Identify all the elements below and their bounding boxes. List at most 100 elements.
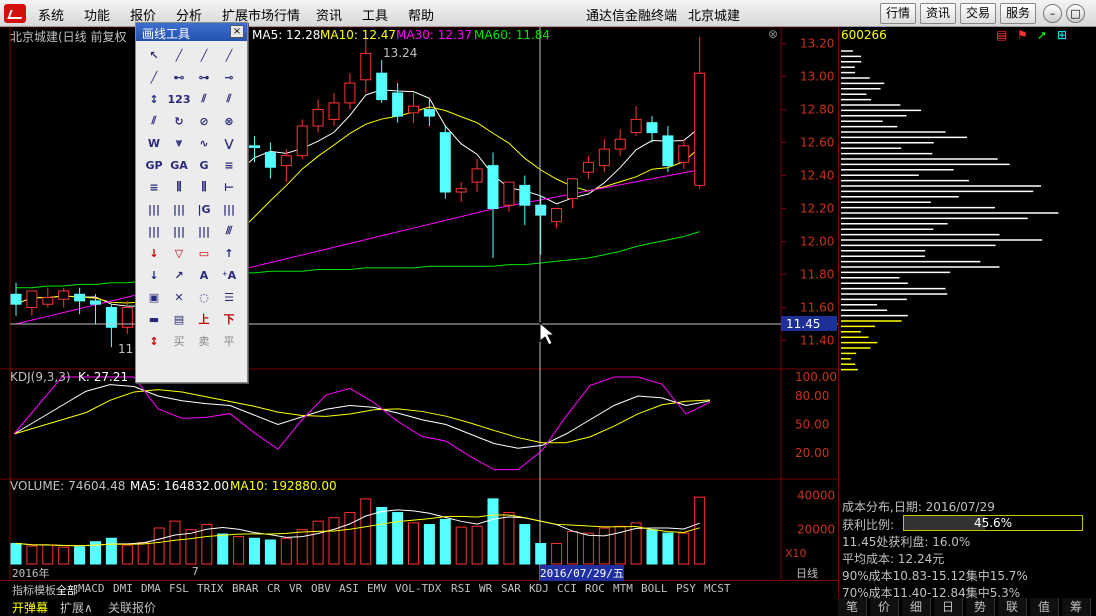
indicator-tab-boll[interactable]: BOLL — [641, 582, 668, 595]
menu-help[interactable]: 帮助 — [408, 5, 434, 24]
drawing-tool-39[interactable]: ↑ — [217, 242, 241, 264]
right-tab-0[interactable]: 笔 — [838, 598, 867, 616]
drawing-tool-22[interactable]: G — [192, 154, 216, 176]
maximize-icon[interactable]: □ — [1066, 4, 1085, 23]
drawing-tool-23[interactable]: ≡ — [217, 154, 241, 176]
drawing-tool-35[interactable]: ⫻ — [217, 220, 241, 242]
indicator-tab-rsi[interactable]: RSI — [451, 582, 471, 595]
indicator-tab-sar[interactable]: SAR — [501, 582, 521, 595]
right-tab-3[interactable]: 日 — [934, 598, 963, 616]
drawing-tool-20[interactable]: GP — [142, 154, 166, 176]
indicator-tab-trix[interactable]: TRIX — [197, 582, 224, 595]
drawing-tool-27[interactable]: ⊢ — [217, 176, 241, 198]
drawing-tool-54[interactable]: 卖 — [192, 330, 216, 352]
drawing-tool-46[interactable]: ◌ — [192, 286, 216, 308]
drawing-tool-53[interactable]: 买 — [167, 330, 191, 352]
drawing-tool-28[interactable]: ||| — [142, 198, 166, 220]
drawing-tool-42[interactable]: A — [192, 264, 216, 286]
drawing-tool-5[interactable]: ⊷ — [167, 66, 191, 88]
indicator-tab-emv[interactable]: EMV — [367, 582, 387, 595]
arrow-icon[interactable]: ➚ — [1037, 28, 1047, 42]
drawing-tool-21[interactable]: GA — [167, 154, 191, 176]
drawing-tool-45[interactable]: ✕ — [167, 286, 191, 308]
drawing-tool-38[interactable]: ▭ — [192, 242, 216, 264]
drawing-tool-18[interactable]: ∿ — [192, 132, 216, 154]
drawing-tool-30[interactable]: |G — [192, 198, 216, 220]
drawing-tool-12[interactable]: ⫽ — [142, 110, 166, 132]
indicator-tab-psy[interactable]: PSY — [676, 582, 696, 595]
indicator-tab-wr[interactable]: WR — [479, 582, 492, 595]
menu-tools[interactable]: 工具 — [362, 5, 388, 24]
indicator-tab-vol-tdx[interactable]: VOL-TDX — [395, 582, 441, 595]
menu-function[interactable]: 功能 — [84, 5, 110, 24]
related-quote-toggle[interactable]: 关联报价 — [108, 599, 156, 616]
drawing-tool-32[interactable]: ||| — [142, 220, 166, 242]
expand-toggle[interactable]: 扩展∧ — [60, 599, 93, 616]
indicator-tab-roc[interactable]: ROC — [585, 582, 605, 595]
drawing-tool-52[interactable]: ↕ — [142, 330, 166, 352]
indicator-tab-vr[interactable]: VR — [289, 582, 302, 595]
drawing-tool-33[interactable]: ||| — [167, 220, 191, 242]
drawing-tool-49[interactable]: ▤ — [167, 308, 191, 330]
indicator-tab-fsl[interactable]: FSL — [169, 582, 189, 595]
menu-info[interactable]: 资讯 — [316, 5, 342, 24]
indicator-tab-dmi[interactable]: DMI — [113, 582, 133, 595]
drawing-tool-15[interactable]: ⊗ — [217, 110, 241, 132]
right-tab-5[interactable]: 联 — [998, 598, 1027, 616]
indicator-tab-指标[interactable]: 指标 — [12, 582, 34, 598]
drawing-tool-9[interactable]: 123 — [167, 88, 191, 110]
drawing-tool-2[interactable]: ╱ — [192, 44, 216, 66]
drawing-tool-16[interactable]: W — [142, 132, 166, 154]
indicator-tab-mcst[interactable]: MCST — [704, 582, 731, 595]
menu-system[interactable]: 系统 — [38, 5, 64, 24]
drawing-tool-3[interactable]: ╱ — [217, 44, 241, 66]
drawing-tool-24[interactable]: ≡ — [142, 176, 166, 198]
indicator-tab-kdj[interactable]: KDJ — [529, 582, 549, 595]
indicator-tab-asi[interactable]: ASI — [339, 582, 359, 595]
indicator-tab-cci[interactable]: CCI — [557, 582, 577, 595]
drawing-tool-26[interactable]: ⫼ — [192, 176, 216, 198]
indicator-tab-macd[interactable]: MACD — [78, 582, 105, 595]
drawing-tool-36[interactable]: ↓ — [142, 242, 166, 264]
candlestick-chart[interactable]: 13.20 13.00 12.80 12.60 12.40 12.20 12.00 11.80… — [0, 27, 838, 580]
drawing-tool-37[interactable]: ▽ — [167, 242, 191, 264]
drawing-tool-34[interactable]: ||| — [192, 220, 216, 242]
drawing-tool-0[interactable]: ↖ — [142, 44, 166, 66]
drawing-tool-6[interactable]: ⊶ — [192, 66, 216, 88]
drawing-tool-1[interactable]: ╱ — [167, 44, 191, 66]
drawing-tools-panel[interactable]: 画线工具 × ↖ ╱ ╱ ╱ ╱ ⊷ ⊶ ⊸ ↕ 123 ⫽ ⫽ ⫽ ↻ ⊘ ⊗ W ⩔ ∿ ⋁ GP GA G ≡ ≡ ⫼ ⫼ ⊢ |… — [135, 22, 248, 383]
indicator-tab-brar[interactable]: BRAR — [232, 582, 259, 595]
minimize-icon[interactable]: – — [1043, 4, 1062, 23]
right-tab-1[interactable]: 价 — [870, 598, 899, 616]
drawing-tool-50[interactable]: 上 — [192, 308, 216, 330]
indicator-tab-全部[interactable]: 全部 — [56, 582, 78, 598]
drawing-tool-48[interactable]: ▬ — [142, 308, 166, 330]
drawing-tool-19[interactable]: ⋁ — [217, 132, 241, 154]
drawing-tool-47[interactable]: ☰ — [217, 286, 241, 308]
news-button[interactable]: 资讯 — [920, 3, 957, 24]
indicator-tab-模板[interactable]: 模板 — [34, 582, 56, 598]
service-button[interactable]: 服务 — [1000, 3, 1037, 24]
drawing-tool-43[interactable]: ⁺A — [217, 264, 241, 286]
drawing-tool-51[interactable]: 下 — [217, 308, 241, 330]
drawing-tool-31[interactable]: ||| — [217, 198, 241, 220]
panel-toggle-icon[interactable]: ▤ — [996, 28, 1007, 42]
drawing-tool-41[interactable]: ↗ — [167, 264, 191, 286]
quote-button[interactable]: 行情 — [880, 3, 917, 24]
indicator-tab-mtm[interactable]: MTM — [613, 582, 633, 595]
drawing-tool-10[interactable]: ⫽ — [192, 88, 216, 110]
grid-icon[interactable]: ⊞ — [1057, 28, 1067, 42]
drawing-tool-11[interactable]: ⫽ — [217, 88, 241, 110]
drawing-tool-44[interactable]: ▣ — [142, 286, 166, 308]
drawing-tool-7[interactable]: ⊸ — [217, 66, 241, 88]
drawing-tool-17[interactable]: ⩔ — [167, 132, 191, 154]
trade-button[interactable]: 交易 — [960, 3, 997, 24]
right-tab-2[interactable]: 细 — [902, 598, 931, 616]
indicator-tab-obv[interactable]: OBV — [311, 582, 331, 595]
flag-icon[interactable]: ⚑ — [1017, 28, 1028, 42]
drawing-tool-25[interactable]: ⫼ — [167, 176, 191, 198]
drawing-tool-8[interactable]: ↕ — [142, 88, 166, 110]
right-tab-7[interactable]: 筹 — [1062, 598, 1091, 616]
danmaku-toggle[interactable]: 开弹幕 — [12, 599, 48, 616]
drawing-tool-55[interactable]: 平 — [217, 330, 241, 352]
